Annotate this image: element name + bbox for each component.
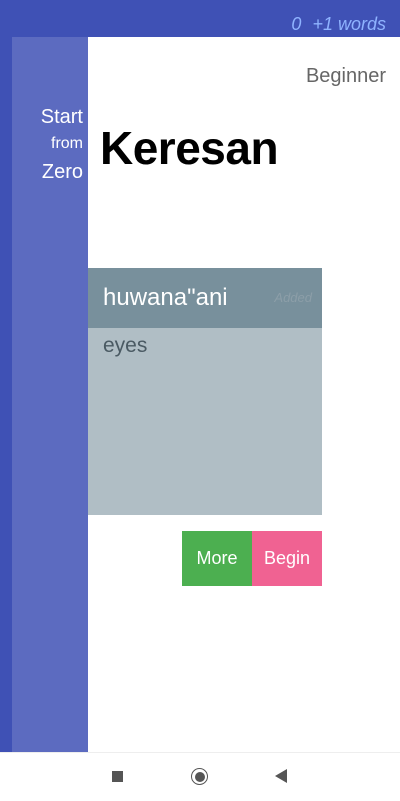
- sidebar: Start from Zero: [12, 37, 88, 752]
- recent-apps-icon[interactable]: [112, 771, 123, 782]
- begin-button[interactable]: Begin: [252, 531, 322, 586]
- word-card[interactable]: huwana"ani Added eyes: [88, 268, 322, 515]
- sidebar-line-zero: Zero: [41, 161, 83, 183]
- sidebar-heading: Start from Zero: [41, 103, 83, 187]
- home-icon[interactable]: [191, 768, 208, 785]
- word-term: huwana"ani: [103, 284, 228, 311]
- word-status-tag: Added: [274, 290, 312, 305]
- page-title: Keresan: [100, 122, 279, 174]
- word-definition: eyes: [103, 334, 148, 357]
- top-bar: 0 +1 words: [0, 0, 400, 37]
- word-count-increment: +1 words: [312, 14, 386, 34]
- left-edge-strip: [0, 37, 12, 752]
- sidebar-line-from: from: [51, 135, 83, 152]
- word-card-header: huwana"ani Added: [88, 268, 322, 328]
- word-count-value: 0: [291, 14, 302, 34]
- sidebar-line-start: Start: [40, 106, 83, 128]
- system-navigation-bar: [0, 752, 400, 801]
- level-label: Beginner: [305, 65, 386, 87]
- main-content: Beginner Keresan huwana"ani Added eyes M…: [88, 37, 400, 752]
- back-icon[interactable]: [275, 769, 287, 783]
- more-button[interactable]: More: [182, 531, 252, 586]
- word-count: 0 +1 words: [285, 14, 386, 35]
